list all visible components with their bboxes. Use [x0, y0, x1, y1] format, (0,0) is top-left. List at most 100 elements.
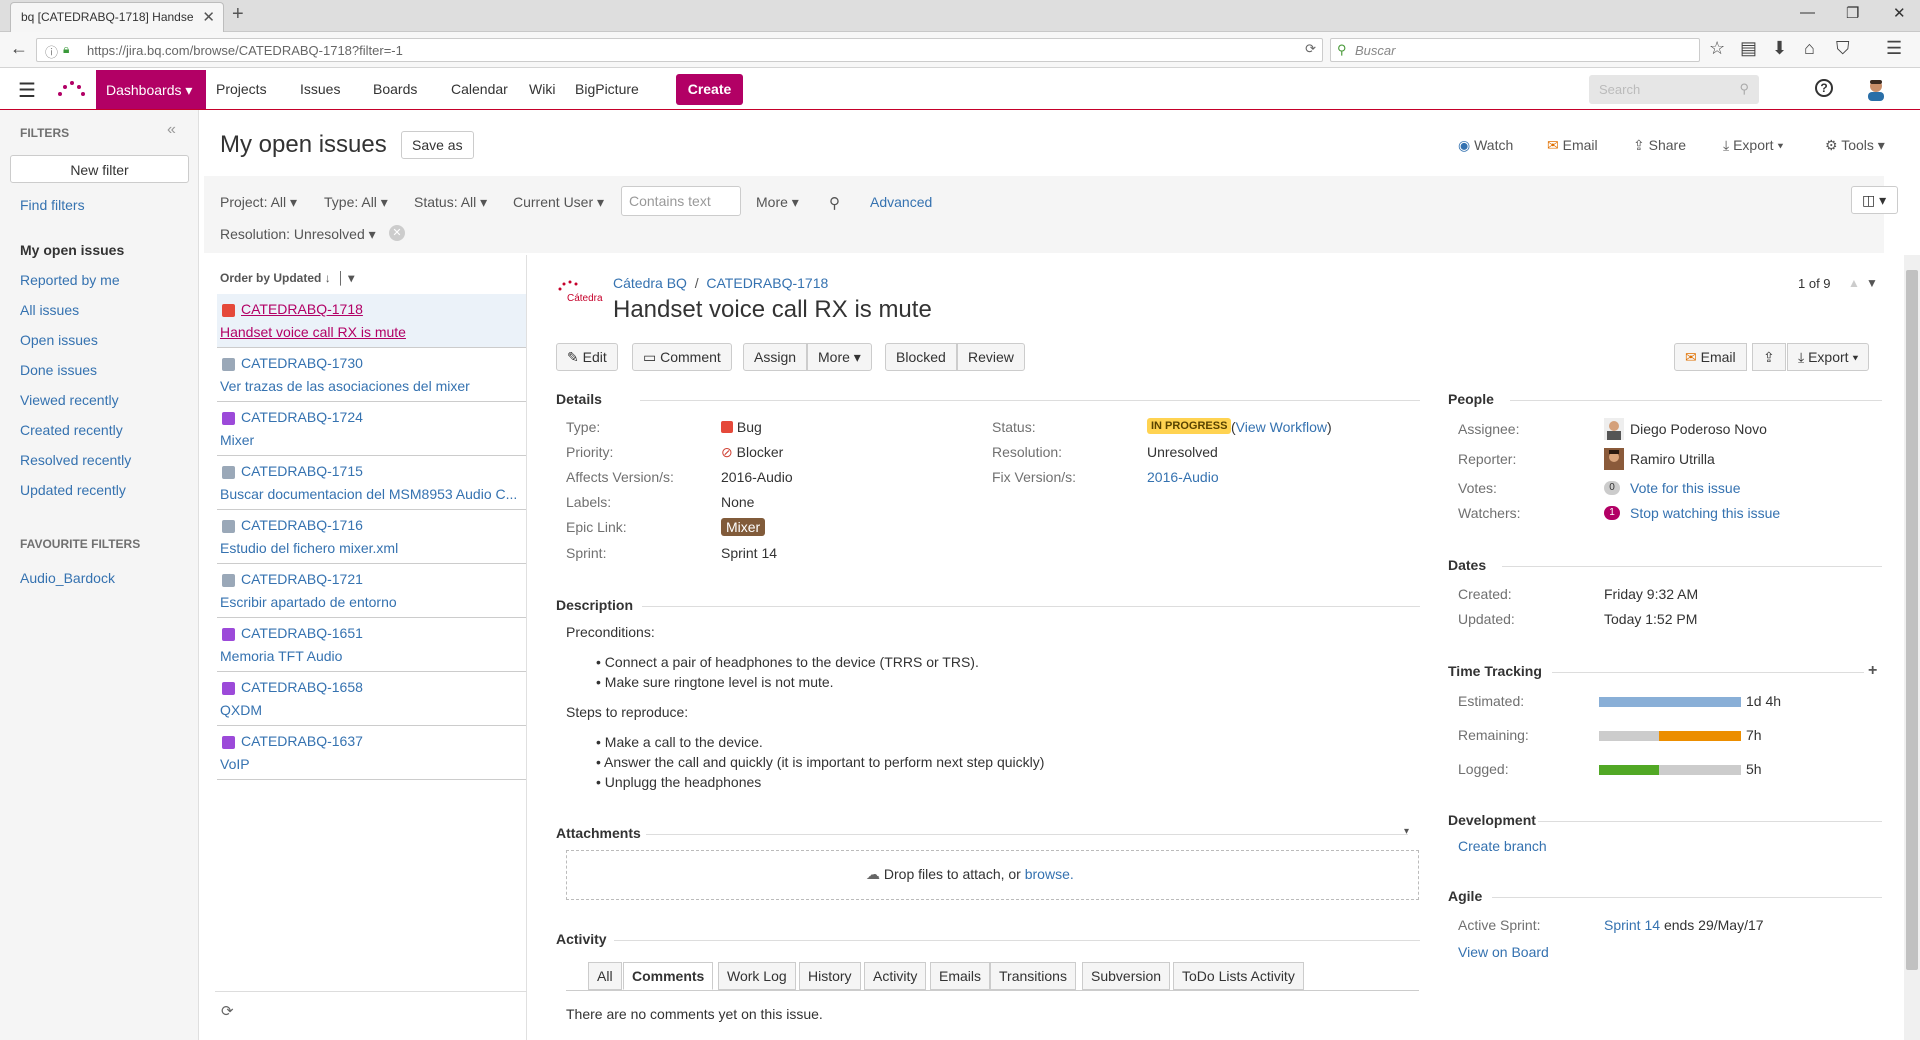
issue-list-row[interactable]: CATEDRABQ-1658 QXDM: [217, 672, 526, 726]
save-as-button[interactable]: Save as: [401, 131, 474, 159]
share-issue-button[interactable]: ⇪: [1752, 343, 1786, 371]
jira-logo-icon[interactable]: [56, 76, 86, 100]
browser-tab[interactable]: bq [CATEDRABQ-1718] Handse ✕: [10, 2, 224, 32]
nav-dashboards[interactable]: Dashboards ▾: [96, 70, 206, 109]
blocked-button[interactable]: Blocked: [885, 343, 957, 371]
tab-comments[interactable]: Comments: [623, 962, 714, 990]
sidebar-item-my-open-issues[interactable]: My open issues: [20, 242, 124, 258]
tab-work-log[interactable]: Work Log: [718, 962, 796, 990]
browse-link[interactable]: browse.: [1025, 866, 1074, 882]
refresh-icon[interactable]: ⟳: [221, 1002, 234, 1020]
sidebar-item-done-issues[interactable]: Done issues: [20, 362, 97, 378]
find-filters-link[interactable]: Find filters: [20, 197, 85, 213]
search-filter-icon[interactable]: ⚲: [829, 194, 840, 212]
issue-title[interactable]: Buscar documentacion del MSM8953 Audio C…: [220, 486, 525, 502]
issue-key[interactable]: CATEDRABQ-1637: [241, 733, 363, 749]
bookmark-star-icon[interactable]: ☆: [1709, 38, 1725, 59]
help-icon[interactable]: ?: [1815, 79, 1833, 97]
new-tab-icon[interactable]: +: [232, 3, 244, 26]
sidebar-item-updated-recently[interactable]: Updated recently: [20, 482, 126, 498]
epic-badge[interactable]: Mixer: [721, 518, 766, 536]
close-window-icon[interactable]: ✕: [1893, 4, 1906, 22]
issue-key[interactable]: CATEDRABQ-1724: [241, 409, 363, 425]
email-toolbar-button[interactable]: ✉ Email: [1547, 137, 1598, 154]
view-workflow-link[interactable]: View Workflow: [1236, 419, 1327, 435]
review-button[interactable]: Review: [957, 343, 1025, 371]
issue-list-row[interactable]: CATEDRABQ-1651 Memoria TFT Audio: [217, 618, 526, 672]
tab-history[interactable]: History: [799, 962, 861, 990]
previous-issue-icon[interactable]: ▲: [1848, 276, 1860, 290]
issue-key[interactable]: CATEDRABQ-1715: [241, 463, 363, 479]
reload-icon[interactable]: ⟳: [1305, 41, 1316, 57]
back-icon[interactable]: ←: [10, 38, 28, 59]
tab-emails[interactable]: Emails: [930, 962, 991, 990]
issue-list-row[interactable]: CATEDRABQ-1721 Escribir apartado de entor…: [217, 564, 526, 618]
nav-wiki[interactable]: Wiki: [529, 81, 555, 97]
more-actions-button[interactable]: More ▾: [807, 343, 872, 371]
issue-title[interactable]: VoIP: [220, 756, 525, 772]
view-workflow[interactable]: (View Workflow): [1231, 419, 1332, 435]
clear-resolution-icon[interactable]: ✕: [389, 225, 405, 241]
sidebar-item-created-recently[interactable]: Created recently: [20, 422, 123, 438]
issue-title[interactable]: QXDM: [220, 702, 525, 718]
sidebar-item-viewed-recently[interactable]: Viewed recently: [20, 392, 119, 408]
add-time-icon[interactable]: +: [1868, 662, 1877, 680]
issue-key[interactable]: CATEDRABQ-1730: [241, 355, 363, 371]
comment-button[interactable]: ▭ Comment: [632, 343, 732, 371]
issue-key[interactable]: CATEDRABQ-1718: [241, 301, 363, 317]
vote-link[interactable]: Vote for this issue: [1630, 480, 1741, 496]
status-filter[interactable]: Status: All ▾: [414, 194, 487, 211]
issue-key[interactable]: CATEDRABQ-1651: [241, 625, 363, 641]
tab-todo-lists[interactable]: ToDo Lists Activity: [1173, 962, 1304, 990]
nav-bigpicture[interactable]: BigPicture: [575, 81, 639, 97]
sidebar-item-reported-by-me[interactable]: Reported by me: [20, 272, 120, 288]
issue-title[interactable]: Estudio del fichero mixer.xml: [220, 540, 525, 556]
app-switcher-icon[interactable]: ☰: [18, 78, 36, 103]
jira-search-input[interactable]: Search ⚲: [1589, 75, 1759, 104]
project-filter[interactable]: Project: All ▾: [220, 194, 297, 211]
sidebar-item-resolved-recently[interactable]: Resolved recently: [20, 452, 131, 468]
scrollbar-thumb[interactable]: [1906, 270, 1918, 970]
issue-list-row[interactable]: CATEDRABQ-1730 Ver trazas de las asociaci…: [217, 348, 526, 402]
collapse-sidebar-icon[interactable]: «: [167, 121, 176, 139]
breadcrumb-key[interactable]: CATEDRABQ-1718: [706, 275, 828, 291]
share-button[interactable]: ⇪ Share: [1633, 137, 1686, 154]
sidebar-item-all-issues[interactable]: All issues: [20, 302, 79, 318]
new-filter-button[interactable]: New filter: [10, 155, 189, 183]
sidebar-item-audio-bardock[interactable]: Audio_Bardock: [20, 570, 115, 586]
issue-key[interactable]: CATEDRABQ-1721: [241, 571, 363, 587]
user-avatar[interactable]: [1864, 77, 1888, 101]
issue-list-row[interactable]: CATEDRABQ-1715 Buscar documentacion del M…: [217, 456, 526, 510]
issue-list-row[interactable]: CATEDRABQ-1716 Estudio del fichero mixer.…: [217, 510, 526, 564]
close-tab-icon[interactable]: ✕: [202, 8, 215, 26]
more-filters-button[interactable]: More ▾: [756, 194, 799, 211]
tab-all[interactable]: All: [588, 962, 622, 990]
export-toolbar-button[interactable]: ⤓ Export ▾: [1723, 137, 1783, 154]
advanced-search-link[interactable]: Advanced: [870, 194, 932, 210]
issue-title[interactable]: Mixer: [220, 432, 525, 448]
browser-search-input[interactable]: ⚲ Buscar: [1330, 38, 1700, 62]
create-branch-link[interactable]: Create branch: [1458, 838, 1547, 854]
active-sprint-link[interactable]: Sprint 14: [1604, 917, 1660, 933]
issue-key[interactable]: CATEDRABQ-1716: [241, 517, 363, 533]
issue-list-row[interactable]: CATEDRABQ-1724 Mixer: [217, 402, 526, 456]
view-on-board-link[interactable]: View on Board: [1458, 944, 1549, 960]
sidebar-item-open-issues[interactable]: Open issues: [20, 332, 98, 348]
type-filter[interactable]: Type: All ▾: [324, 194, 388, 211]
breadcrumb-project[interactable]: Cátedra BQ: [613, 275, 687, 291]
stop-watching-link[interactable]: Stop watching this issue: [1630, 505, 1780, 521]
nav-projects[interactable]: Projects: [216, 81, 267, 97]
issue-list-row[interactable]: CATEDRABQ-1718 Handset voice call RX is m…: [217, 294, 526, 348]
pocket-icon[interactable]: ⛉: [1836, 38, 1850, 59]
download-icon[interactable]: ⬇: [1772, 38, 1787, 59]
tools-button[interactable]: ⚙ Tools ▾: [1825, 137, 1885, 154]
attachments-options-icon[interactable]: ▾: [1404, 826, 1409, 837]
issue-title[interactable]: Memoria TFT Audio: [220, 648, 525, 664]
tab-subversion[interactable]: Subversion: [1082, 962, 1171, 990]
layout-switcher-button[interactable]: ◫ ▾: [1851, 186, 1898, 214]
address-bar[interactable]: ⓘ 🔒︎ https://jira.bq.com/browse/CATEDRABQ-…: [36, 38, 1323, 62]
user-filter[interactable]: Current User ▾: [513, 194, 604, 211]
fix-version-link[interactable]: 2016-Audio: [1147, 469, 1219, 485]
issue-title[interactable]: Ver trazas de las asociaciones del mixer: [220, 378, 525, 394]
issue-key[interactable]: CATEDRABQ-1658: [241, 679, 363, 695]
